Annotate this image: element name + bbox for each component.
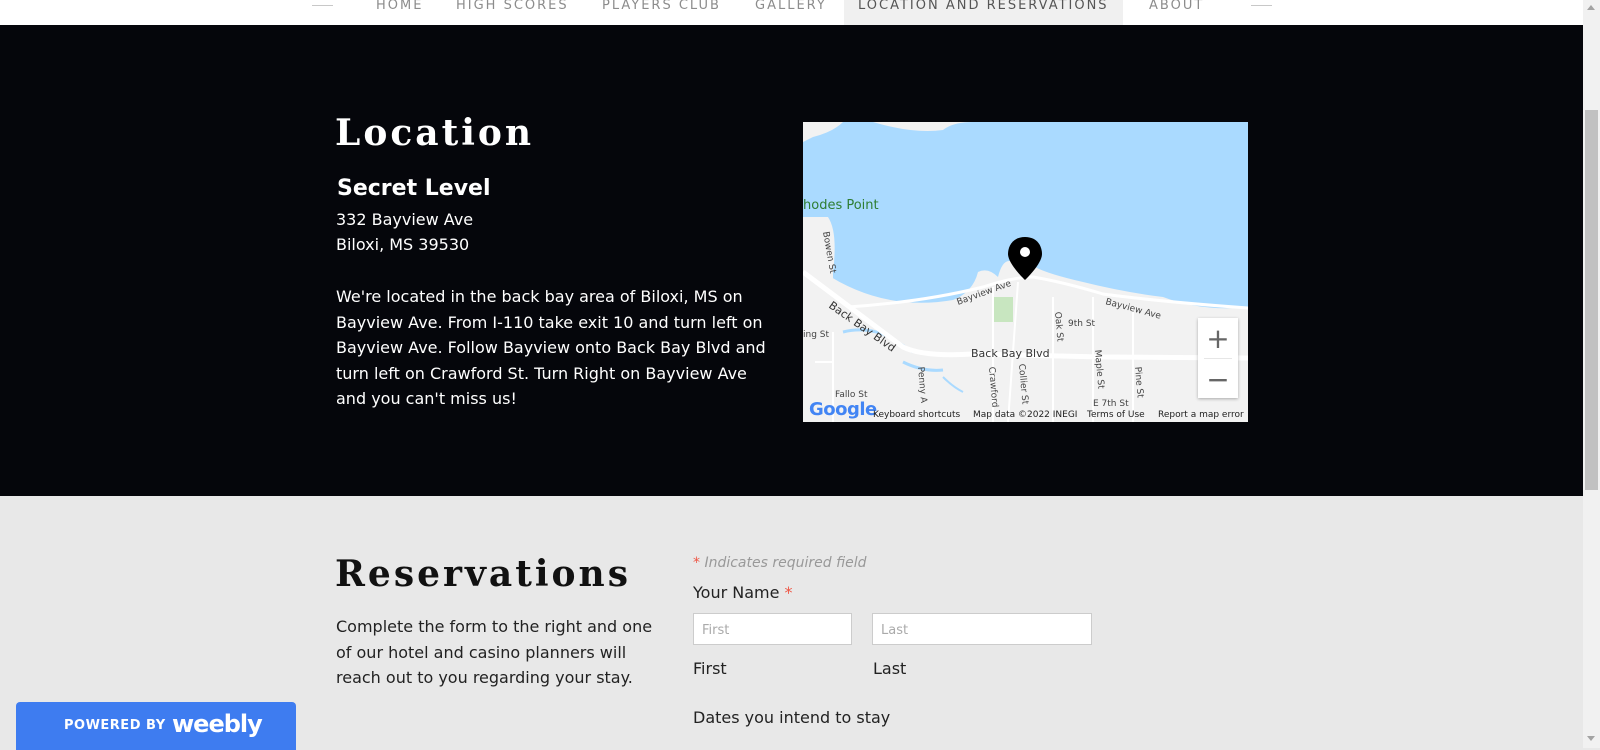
location-section [0, 25, 1583, 496]
google-logo: Google [809, 399, 877, 420]
nav-item-home[interactable]: HOME [376, 0, 423, 25]
first-name-sublabel: First [693, 659, 727, 678]
top-navigation: HOME HIGH SCORES PLAYERS CLUB GALLERY LO… [0, 0, 1583, 25]
scroll-thumb[interactable] [1585, 110, 1598, 490]
directions-text: We're located in the back bay area of Bi… [336, 287, 766, 408]
weebly-badge[interactable]: POWERED BY weebly [16, 702, 296, 750]
first-name-input[interactable]: First [693, 613, 852, 645]
nav-item-high-scores[interactable]: HIGH SCORES [456, 0, 569, 25]
last-name-sublabel: Last [873, 659, 907, 678]
venue-name: Secret Level [337, 176, 491, 201]
map-attribution-keyboard-shortcuts[interactable]: Keyboard shortcuts [873, 408, 960, 422]
scroll-up-arrow-icon[interactable] [1587, 5, 1595, 10]
weebly-powered-by: POWERED BY [64, 718, 166, 733]
map-label-rhodes-point: hodes Point [803, 198, 879, 213]
your-name-label: Your Name * [693, 583, 793, 602]
map-label-9th-st: 9th St [1068, 319, 1096, 329]
nav-item-location-and-reservations[interactable]: LOCATION AND RESERVATIONS [844, 0, 1123, 25]
zoom-out-button[interactable]: − [1198, 359, 1238, 399]
nav-item-players-club[interactable]: PLAYERS CLUB [602, 0, 721, 25]
nav-right-divider [1251, 5, 1272, 6]
address-line-2: Biloxi, MS 39530 [336, 235, 470, 254]
reservations-heading: Reservations [335, 553, 631, 595]
map-attribution-data: Map data ©2022 INEGI [973, 410, 1078, 420]
map-zoom-controls: + − [1198, 318, 1238, 398]
required-star: * [693, 555, 700, 571]
nav-item-gallery[interactable]: GALLERY [755, 0, 827, 25]
map-canvas[interactable]: hodes Point Bowen St Bayview Ave Bayview… [803, 122, 1248, 422]
dates-label: Dates you intend to stay [693, 708, 891, 727]
zoom-in-button[interactable]: + [1198, 318, 1238, 358]
page-scrollbar[interactable] [1583, 0, 1600, 748]
nav-left-divider [312, 5, 333, 6]
your-name-label-text: Your Name [693, 583, 780, 602]
nav-item-about[interactable]: ABOUT [1149, 0, 1204, 25]
map-attribution-terms[interactable]: Terms of Use [1087, 408, 1145, 422]
your-name-required-star: * [784, 583, 793, 602]
location-heading: Location [335, 112, 535, 154]
map-label-ing-st: ing St [803, 330, 829, 340]
required-field-note: * Indicates required field [693, 555, 867, 571]
reservations-description: Complete the form to the right and one o… [336, 617, 653, 687]
map-label-back-bay-blvd-2: Back Bay Blvd [971, 347, 1050, 360]
address-line-1: 332 Bayview Ave [336, 210, 474, 229]
last-name-input[interactable]: Last [872, 613, 1092, 645]
scroll-down-arrow-icon[interactable] [1587, 736, 1595, 741]
required-note-text: Indicates required field [704, 555, 867, 571]
map-attribution-report-error[interactable]: Report a map error [1158, 408, 1244, 422]
weebly-logo: weebly [172, 710, 263, 738]
google-map[interactable]: hodes Point Bowen St Bayview Ave Bayview… [803, 122, 1248, 422]
